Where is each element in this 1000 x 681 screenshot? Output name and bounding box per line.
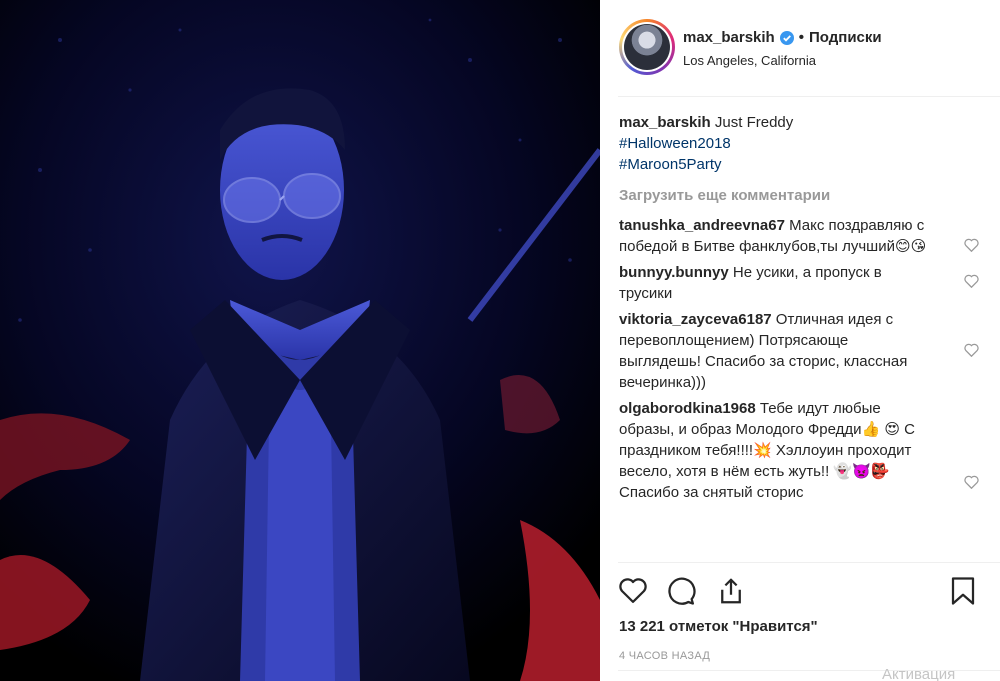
comment-item: bunnyy.bunnyy Не усики, а пропуск в трус… (619, 262, 979, 304)
comment-username[interactable]: tanushka_andreevna67 (619, 217, 785, 234)
post-details-panel: max_barskih • Подписки Los Angeles, Cali… (600, 0, 1000, 681)
likes-count[interactable]: 13 221 отметок "Нравится" (619, 618, 818, 635)
comment-username[interactable]: olgaborodkina1968 (619, 400, 756, 417)
comment-item: viktoria_zayceva6187 Отличная идея с пер… (619, 309, 979, 393)
avatar-frame (622, 22, 672, 72)
hashtag-link[interactable]: #Halloween2018 (619, 133, 979, 154)
actions-divider (618, 562, 1000, 563)
comment-item: olgaborodkina1968 Тебе идут любые образы… (619, 398, 979, 503)
post-header: max_barskih • Подписки Los Angeles, Cali… (600, 0, 1000, 96)
action-bar (618, 574, 982, 608)
comment-like-heart-icon[interactable] (964, 474, 979, 495)
avatar[interactable] (619, 19, 675, 75)
post-photo[interactable] (0, 0, 600, 681)
hashtag-link[interactable]: #Maroon5Party (619, 154, 979, 175)
separator-dot: • (798, 29, 804, 46)
heart-icon[interactable] (618, 576, 648, 609)
share-icon[interactable] (716, 576, 746, 611)
photo-artwork (0, 0, 600, 681)
comment-username[interactable]: bunnyy.bunnyy (619, 264, 729, 281)
avatar-image (624, 24, 670, 70)
comment-like-heart-icon[interactable] (964, 237, 979, 258)
load-more-comments-button[interactable]: Загрузить еще комментарии (619, 185, 979, 206)
post-timestamp[interactable]: 4 ЧАСОВ НАЗАД (619, 650, 710, 662)
caption-text: Just Freddy (714, 114, 794, 131)
verified-badge-icon (779, 30, 794, 45)
comments-section: max_barskih Just Freddy #Halloween2018 #… (619, 112, 979, 508)
post-caption: max_barskih Just Freddy #Halloween2018 #… (619, 112, 979, 175)
bookmark-icon[interactable] (949, 576, 977, 611)
comment-username[interactable]: viktoria_zayceva6187 (619, 311, 772, 328)
author-row: max_barskih • Подписки (683, 29, 882, 46)
caption-username[interactable]: max_barskih (619, 114, 711, 131)
comment-like-heart-icon[interactable] (964, 342, 979, 363)
location-link[interactable]: Los Angeles, California (683, 53, 816, 68)
author-username[interactable]: max_barskih (683, 29, 775, 46)
comment-item: tanushka_andreevna67 Макс поздравляю с п… (619, 215, 979, 257)
following-button[interactable]: Подписки (809, 29, 882, 46)
speech-bubble-icon[interactable] (666, 576, 696, 611)
comment-like-heart-icon[interactable] (964, 273, 979, 294)
header-divider (618, 96, 1000, 97)
os-activation-watermark: Активация (882, 666, 956, 681)
